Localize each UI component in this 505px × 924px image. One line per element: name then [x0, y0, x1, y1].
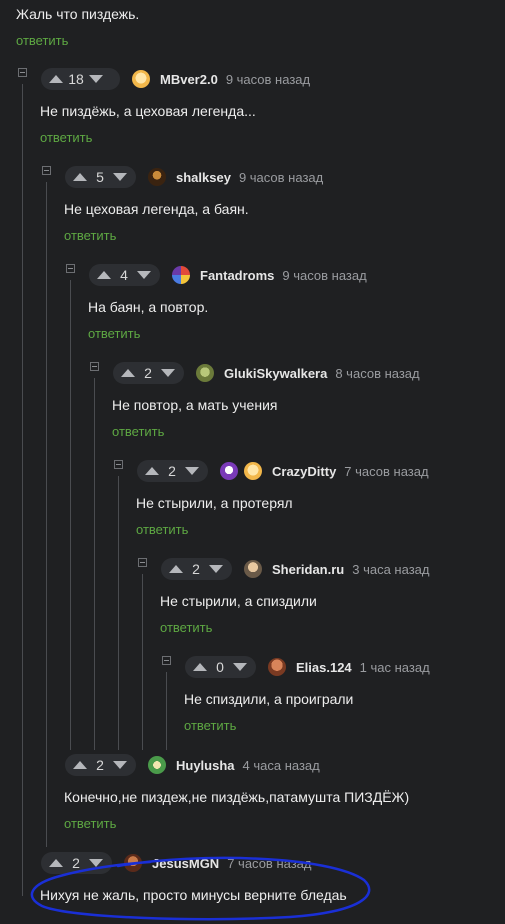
highlight-ellipse — [30, 856, 371, 921]
